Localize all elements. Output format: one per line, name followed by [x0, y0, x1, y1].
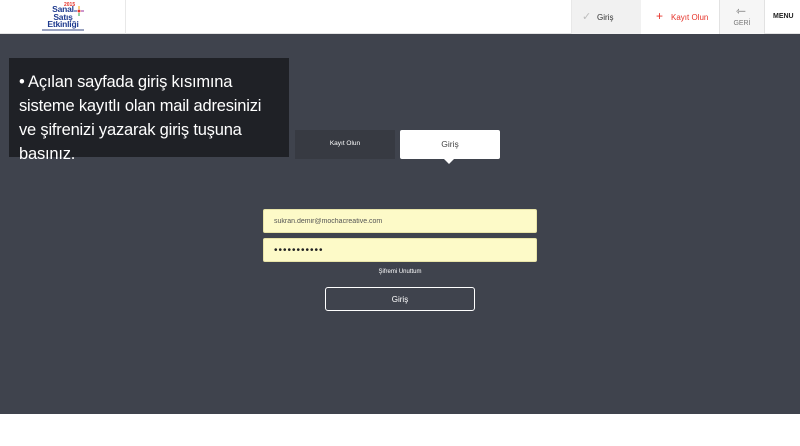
logo-subline — [42, 29, 84, 31]
nav-menu-label: MENU — [773, 13, 794, 20]
nav-menu-button[interactable]: MENU — [765, 0, 800, 34]
email-field[interactable] — [263, 209, 537, 233]
logo-star-icon — [74, 6, 84, 16]
instruction-text: • Açılan sayfada giriş kısımına sisteme … — [19, 73, 262, 163]
login-submit-button[interactable]: Giriş — [325, 287, 475, 311]
nav-login-label: Giriş — [597, 13, 614, 22]
nav-back-label: GERİ — [733, 20, 751, 27]
tab-active-pointer — [443, 158, 455, 164]
arrow-left-icon: ⇽ — [736, 4, 747, 18]
tab-register[interactable]: Kayıt Olun — [295, 130, 395, 159]
forgot-password-link[interactable]: Şifremi Unuttum — [263, 269, 537, 275]
check-icon: ✓ — [582, 11, 592, 23]
nav-login-button[interactable]: ✓ Giriş — [571, 0, 641, 34]
password-field[interactable] — [263, 238, 537, 262]
page-footer — [0, 414, 800, 446]
nav-back-button[interactable]: ⇽ GERİ — [719, 0, 765, 34]
plus-icon: + — [656, 9, 664, 23]
tab-register-label: Kayıt Olun — [329, 140, 361, 147]
site-logo[interactable]: 2015 Sanal Satış Etkinliği — [38, 2, 88, 32]
nav-register-button[interactable]: + Kayıt Olun — [641, 0, 719, 34]
header-divider — [125, 0, 126, 34]
top-header: 2015 Sanal Satış Etkinliği ✓ Giriş + Kay… — [0, 0, 800, 34]
nav-register-label: Kayıt Olun — [671, 13, 709, 22]
tab-login-label: Giriş — [441, 139, 459, 149]
instruction-note: • Açılan sayfada giriş kısımına sisteme … — [9, 58, 289, 163]
tab-login[interactable]: Giriş — [400, 130, 500, 159]
